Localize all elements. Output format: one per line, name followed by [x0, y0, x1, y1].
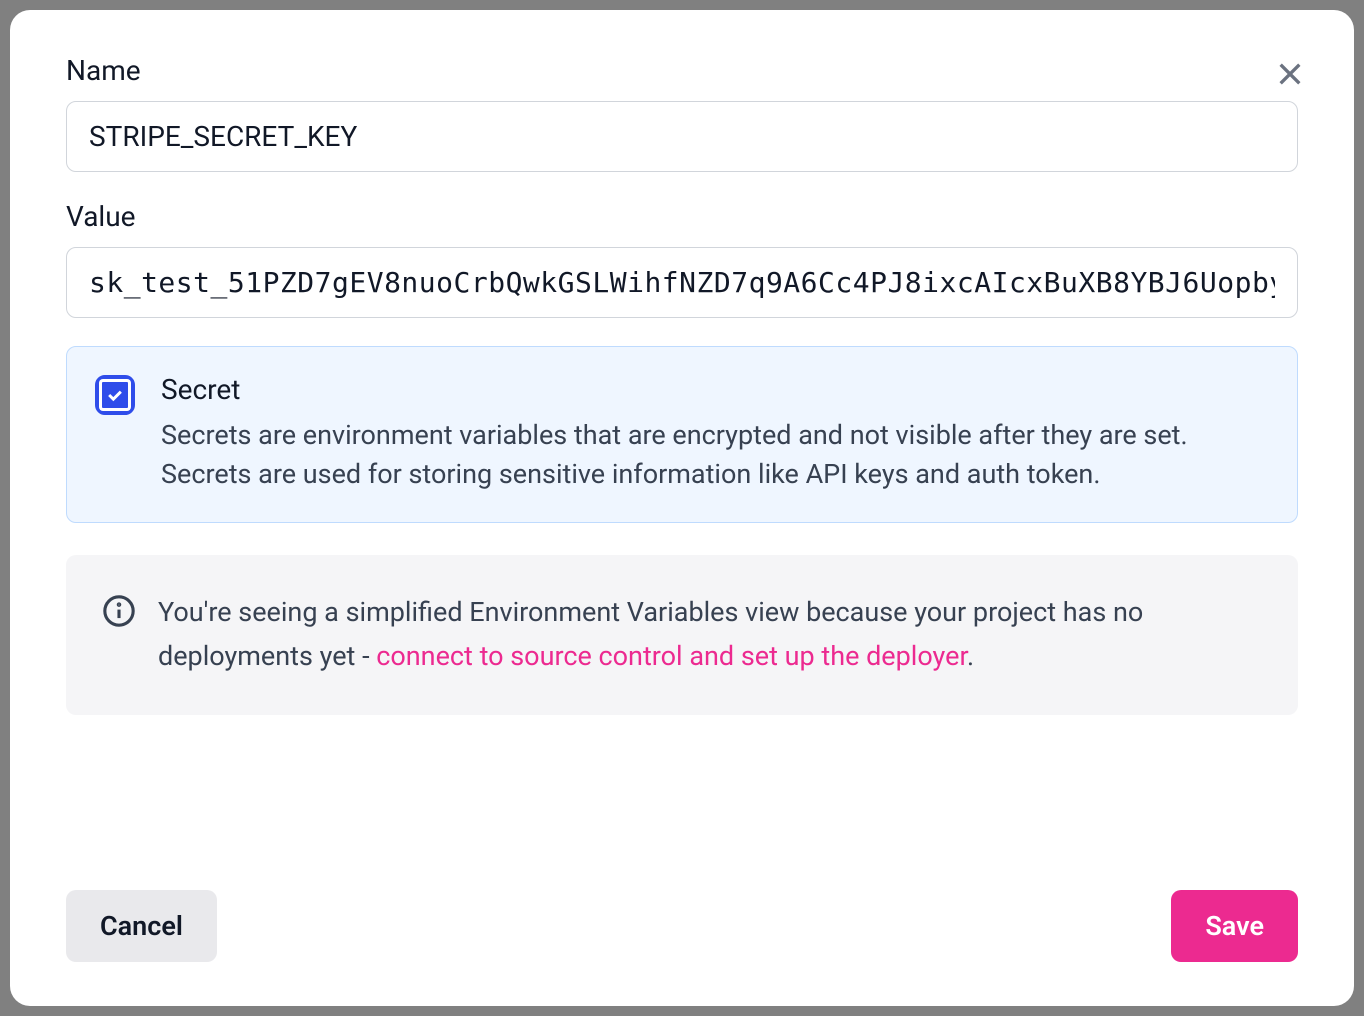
info-icon — [102, 594, 136, 628]
secret-description: Secrets are environment variables that a… — [161, 416, 1269, 494]
connect-deployer-link[interactable]: connect to source control and set up the… — [376, 640, 967, 672]
checkbox-inner — [99, 379, 131, 411]
button-row: Cancel Save — [66, 890, 1298, 962]
cancel-button[interactable]: Cancel — [66, 890, 217, 962]
value-label: Value — [66, 200, 1298, 233]
secret-title: Secret — [161, 373, 1269, 406]
checkmark-icon — [105, 385, 125, 405]
name-label: Name — [66, 54, 1298, 87]
info-text: You're seeing a simplified Environment V… — [158, 591, 1262, 678]
secret-checkbox[interactable] — [95, 375, 135, 415]
env-var-modal: Name Value Secret Secrets are environmen… — [10, 10, 1354, 1006]
name-input[interactable] — [66, 101, 1298, 172]
name-field-group: Name — [66, 54, 1298, 172]
info-notice: You're seeing a simplified Environment V… — [66, 555, 1298, 714]
close-button[interactable] — [1270, 54, 1310, 94]
close-icon — [1274, 58, 1306, 90]
value-input[interactable] — [66, 247, 1298, 318]
info-text-after: . — [967, 640, 974, 672]
secret-text-wrap: Secret Secrets are environment variables… — [161, 373, 1269, 494]
secret-option-box: Secret Secrets are environment variables… — [66, 346, 1298, 523]
save-button[interactable]: Save — [1171, 890, 1298, 962]
value-field-group: Value — [66, 200, 1298, 318]
